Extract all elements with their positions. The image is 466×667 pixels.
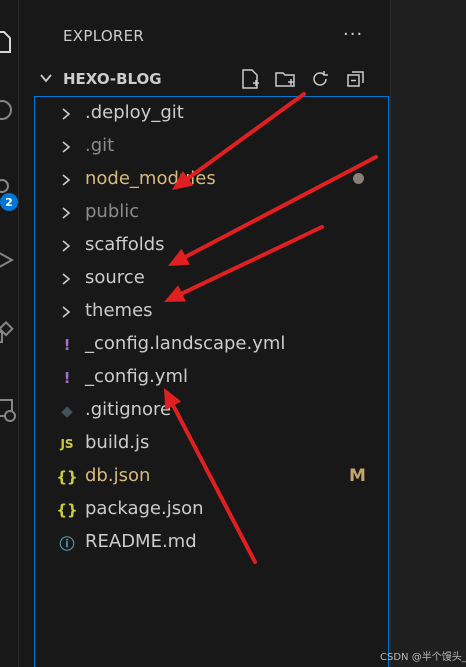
new-folder-icon[interactable] — [274, 68, 296, 90]
chevron-right-icon — [62, 273, 71, 285]
tree-folder[interactable]: public — [35, 196, 388, 229]
tree-item-label: node_modules — [85, 168, 216, 189]
activity-bar: 2 — [0, 0, 19, 667]
file-type-icon: JS — [60, 437, 74, 451]
tree-item-label: db.json — [85, 465, 151, 486]
chevron-right-icon — [62, 174, 71, 186]
tree-item-label: _config.yml — [85, 366, 188, 387]
tree-item-label: build.js — [85, 432, 150, 453]
tree-file[interactable]: ! _config.yml — [35, 361, 388, 394]
refresh-icon[interactable] — [309, 68, 331, 90]
tree-file[interactable]: ! _config.landscape.yml — [35, 328, 388, 361]
tree-item-label: scaffolds — [85, 234, 165, 255]
file-type-icon: ! — [63, 336, 71, 354]
tree-item-label: themes — [85, 300, 153, 321]
chevron-right-icon — [62, 141, 71, 153]
tree-item-label: .git — [85, 135, 115, 156]
chevron-right-icon — [62, 108, 71, 120]
tree-item-label: source — [85, 267, 145, 288]
file-type-icon: {} — [56, 468, 78, 486]
tree-item-label: README.md — [85, 531, 197, 552]
editor-area — [391, 0, 466, 667]
tree-file[interactable]: ◆ .gitignore — [35, 394, 388, 427]
tree-item-label: public — [85, 201, 140, 222]
watermark: CSDN @半个馒头_ — [380, 652, 466, 663]
run-debug-icon[interactable] — [0, 246, 16, 274]
file-type-icon: ◆ — [61, 402, 73, 420]
new-file-icon[interactable] — [239, 68, 261, 90]
workspace-title: HEXO-BLOG — [63, 70, 162, 88]
search-icon[interactable] — [0, 96, 16, 124]
tree-folder[interactable]: themes — [35, 295, 388, 328]
file-tree: .deploy_git .git node_modulespublic scaffol… — [34, 96, 389, 667]
tree-folder[interactable]: node_modules — [35, 163, 388, 196]
chevron-right-icon — [62, 207, 71, 219]
collapse-all-icon[interactable] — [345, 68, 367, 90]
tree-file[interactable]: ⓘ README.md — [35, 526, 388, 559]
tree-item-label: package.json — [85, 498, 204, 519]
tree-item-label: .gitignore — [85, 399, 172, 420]
contains-changes-dot — [353, 173, 364, 184]
tree-file[interactable]: {} db.json M — [35, 460, 388, 493]
more-actions-button[interactable]: ··· — [343, 24, 363, 45]
modified-badge: M — [349, 466, 366, 486]
explorer-title: EXPLORER — [63, 27, 145, 45]
tree-file[interactable]: {} package.json — [35, 493, 388, 526]
tree-folder[interactable]: source — [35, 262, 388, 295]
chevron-right-icon — [62, 240, 71, 252]
file-type-icon: ⓘ — [59, 534, 75, 553]
tree-folder[interactable]: scaffolds — [35, 229, 388, 262]
tree-folder[interactable]: .deploy_git — [35, 97, 388, 130]
workspace-section-header[interactable]: HEXO-BLOG — [19, 62, 390, 94]
extensions-icon[interactable] — [0, 320, 16, 348]
tree-file[interactable]: JS build.js — [35, 427, 388, 460]
chevron-right-icon — [62, 306, 71, 318]
explorer-sidebar: EXPLORER ··· HEXO-BLOG .deploy_git .git no… — [19, 0, 391, 667]
file-type-icon: ! — [63, 369, 71, 387]
remote-explorer-icon[interactable] — [0, 396, 16, 424]
tree-folder[interactable]: .git — [35, 130, 388, 163]
chevron-down-icon — [40, 74, 52, 83]
file-type-icon: {} — [56, 501, 78, 519]
source-control-badge: 2 — [0, 193, 18, 211]
explorer-icon[interactable] — [0, 28, 16, 56]
tree-item-label: _config.landscape.yml — [85, 333, 286, 354]
tree-item-label: .deploy_git — [85, 102, 184, 123]
